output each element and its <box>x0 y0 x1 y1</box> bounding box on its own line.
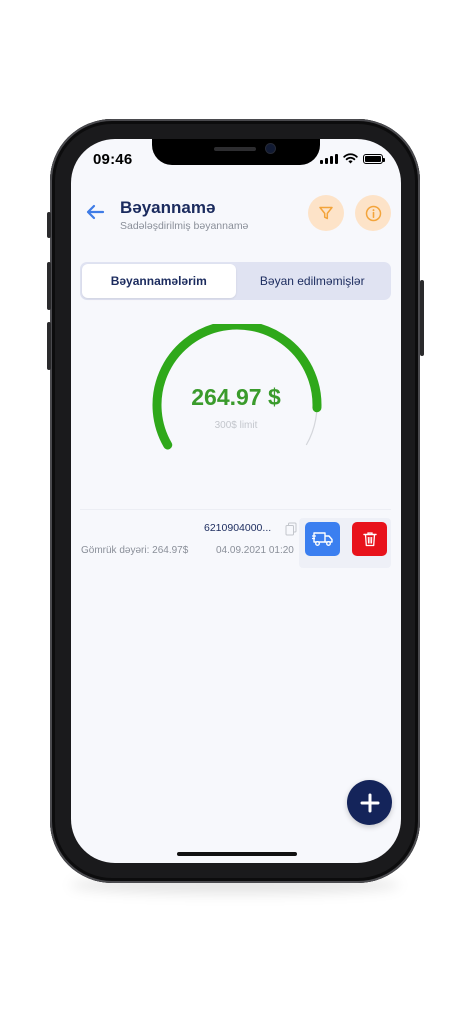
info-icon <box>365 205 381 221</box>
page-subtitle: Sadələşdirilmiş bəyannamə <box>120 220 249 232</box>
delivery-button[interactable] <box>305 522 340 556</box>
declaration-date: 04.09.2021 01:20 <box>216 545 294 556</box>
volume-down-button <box>47 322 51 370</box>
front-camera <box>266 144 275 153</box>
tab-my-declarations[interactable]: Bəyannamələrim <box>82 264 236 298</box>
back-button[interactable] <box>81 199 109 225</box>
app-screen: 09:46 Bəyannamə Sadələşdirilmiş bəyannam… <box>71 139 401 863</box>
truck-icon <box>311 532 333 546</box>
gauge-value: 264.97 $ <box>191 384 281 410</box>
plus-icon <box>360 793 379 812</box>
home-indicator <box>177 852 297 856</box>
speaker <box>214 147 256 151</box>
arrow-left-icon <box>86 204 105 220</box>
status-time: 09:46 <box>93 151 133 168</box>
declaration-id: 6210904000... <box>204 522 272 534</box>
add-declaration-button[interactable] <box>347 780 392 825</box>
battery-icon <box>363 153 385 164</box>
copy-button[interactable] <box>285 522 297 536</box>
customs-value: Gömrük dəyəri: 264.97$ <box>81 545 189 556</box>
status-icons <box>320 153 385 164</box>
signal-icon <box>320 153 338 164</box>
tab-undeclared[interactable]: Bəyan edilməmişlər <box>236 264 390 298</box>
copy-icon <box>285 522 297 536</box>
gauge-limit: 300$ limit <box>214 420 258 431</box>
trash-icon <box>362 532 377 547</box>
wifi-icon <box>343 153 358 164</box>
filter-button[interactable] <box>308 195 344 231</box>
page-title: Bəyannamə <box>120 198 216 217</box>
mute-switch <box>47 212 51 238</box>
notch <box>152 139 320 165</box>
info-button[interactable] <box>355 195 391 231</box>
power-button <box>420 280 424 356</box>
delete-button[interactable] <box>352 522 387 556</box>
volume-up-button <box>47 262 51 310</box>
filter-icon <box>319 206 333 220</box>
tab-bar: Bəyannamələrim Bəyan edilməmişlər <box>80 262 391 300</box>
declaration-row[interactable]: 6210904000... Gömrük dəyəri: 264.97$ 04.… <box>80 510 391 570</box>
